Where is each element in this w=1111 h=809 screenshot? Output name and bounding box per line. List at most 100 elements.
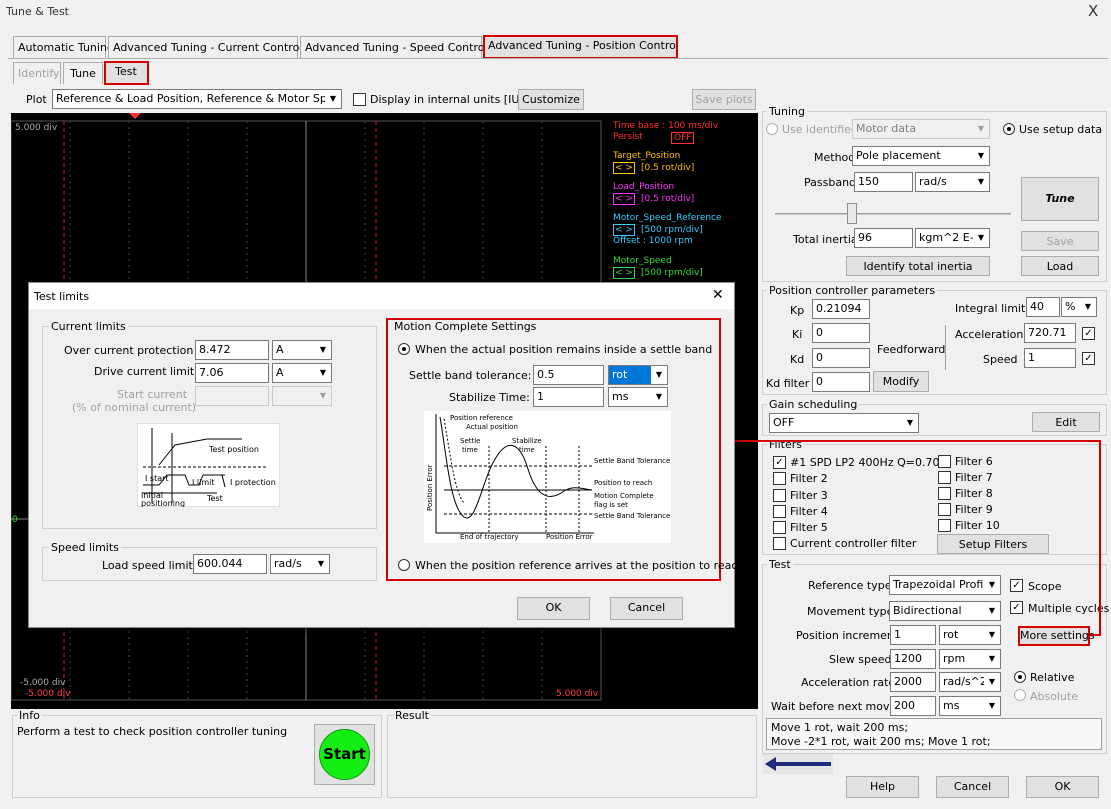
filter-7-checkbox[interactable] (938, 471, 951, 484)
inertia-unit-select[interactable]: kgm^2 E-7 ▼ (915, 228, 990, 248)
save-plots-button[interactable]: Save plots (692, 89, 756, 110)
filter-1-checkbox[interactable]: ✓ (773, 456, 786, 469)
lsl-unit-select[interactable]: rad/s ▼ (270, 554, 330, 574)
filter-2-label: Filter 2 (790, 472, 828, 485)
dialog-close-button[interactable]: ✕ (712, 287, 724, 303)
method-select[interactable]: Pole placement ▼ (852, 146, 990, 166)
filter-9-checkbox[interactable] (938, 503, 951, 516)
customize-button[interactable]: Customize (518, 89, 584, 110)
ch-motor-speed-arrows[interactable]: < > (613, 267, 635, 279)
kd-filter-label: Kd filter (766, 377, 810, 390)
collapse-arrow-icon[interactable] (763, 754, 833, 774)
kp-label: Kp (790, 304, 805, 317)
ok-button[interactable]: OK (1026, 776, 1099, 798)
scope-checkbox[interactable]: ✓ (1010, 579, 1023, 592)
tab-identify[interactable]: Identify (13, 62, 61, 84)
acc-unit-select[interactable]: rad/s^2 ▼ (939, 672, 1001, 692)
speed-ff-checkbox[interactable]: ✓ (1082, 352, 1095, 365)
load-tuning-button[interactable]: Load (1021, 256, 1099, 276)
filter-10-checkbox[interactable] (938, 519, 951, 532)
pos-inc-input[interactable]: 1 (890, 625, 936, 645)
inertia-input[interactable]: 96 (854, 228, 913, 248)
stabilize-input[interactable]: 1 (533, 387, 604, 407)
stabilize-unit-select[interactable]: ms ▼ (608, 387, 668, 407)
dcl-input[interactable]: 7.06 (195, 363, 269, 383)
pos-unit-select[interactable]: rot ▼ (939, 625, 1001, 645)
passband-input[interactable]: 150 (854, 172, 913, 192)
ch-speed-ref-arrows[interactable]: < > (613, 224, 635, 236)
ki-input[interactable]: 0 (812, 323, 870, 343)
passband-slider-track[interactable] (775, 213, 1011, 215)
ref-type-select[interactable]: Trapezoidal Profile ▼ (889, 575, 1001, 595)
use-setup-radio[interactable] (1003, 123, 1015, 135)
modify-button[interactable]: Modify (873, 371, 929, 392)
gain-select[interactable]: OFF ▼ (769, 413, 919, 433)
internal-units-checkbox[interactable] (353, 93, 366, 106)
wait-input[interactable]: 200 (890, 696, 936, 716)
filter-5-checkbox[interactable] (773, 521, 786, 534)
dialog-cancel-button[interactable]: Cancel (610, 597, 683, 620)
filter-8-checkbox[interactable] (938, 487, 951, 500)
start-current-unit-select[interactable]: ▼ (272, 386, 332, 406)
slew-input[interactable]: 1200 (890, 649, 936, 669)
tolerance-input[interactable]: 0.5 (533, 365, 604, 385)
dialog-ok-button[interactable]: OK (517, 597, 590, 620)
tolerance-unit-select[interactable]: rot ▼ (608, 365, 668, 385)
filter-3-checkbox[interactable] (773, 489, 786, 502)
more-settings-button[interactable]: More settings (1018, 626, 1095, 646)
wait-unit-select[interactable]: ms ▼ (939, 696, 1001, 716)
motor-data-select[interactable]: Motor data ▼ (852, 119, 990, 139)
help-button[interactable]: Help (846, 776, 919, 798)
filter-6-checkbox[interactable] (938, 455, 951, 468)
passband-slider-thumb[interactable] (847, 203, 857, 224)
start-current-input[interactable] (195, 386, 269, 406)
tab-tune[interactable]: Tune (63, 62, 103, 84)
tune-button[interactable]: Tune (1021, 177, 1099, 221)
cancel-button[interactable]: Cancel (936, 776, 1009, 798)
filter-9-label: Filter 9 (955, 503, 993, 516)
ocp-input[interactable]: 8.472 (195, 340, 269, 360)
tab-current-controller[interactable]: Advanced Tuning - Current Controller (108, 36, 317, 58)
ref-arrival-radio[interactable] (398, 559, 410, 571)
accel-ff-input[interactable]: 720.71 (1024, 323, 1076, 343)
gain-edit-button[interactable]: Edit (1032, 412, 1100, 432)
kd-input[interactable]: 0 (812, 348, 870, 368)
start-button[interactable]: Start (314, 724, 375, 785)
dcl-unit-select[interactable]: A ▼ (272, 363, 332, 383)
filter-4-checkbox[interactable] (773, 505, 786, 518)
accel-ff-checkbox[interactable]: ✓ (1082, 327, 1095, 340)
passband-unit-select[interactable]: rad/s ▼ (915, 172, 990, 192)
ocp-unit-select[interactable]: A ▼ (272, 340, 332, 360)
plot-select[interactable]: Reference & Load Position, Reference & M… (52, 89, 342, 109)
settle-band-radio[interactable] (398, 343, 410, 355)
scope-persist-toggle[interactable]: OFF (671, 132, 695, 144)
tab-automatic-tuning[interactable]: Automatic Tuning (13, 36, 114, 58)
relative-radio[interactable] (1014, 671, 1026, 683)
setup-filters-button[interactable]: Setup Filters (937, 534, 1049, 554)
tab-test[interactable]: Test (104, 61, 149, 85)
tab-position-controller[interactable]: Advanced Tuning - Position Controller (483, 35, 678, 59)
diag1-i-protection: I protection (230, 478, 276, 487)
multiple-cycles-checkbox[interactable]: ✓ (1010, 601, 1023, 614)
ch-load-position-arrows[interactable]: < > (613, 193, 635, 205)
window-close-button[interactable]: X (1088, 2, 1098, 20)
lsl-input[interactable]: 600.044 (193, 554, 267, 574)
int-limit-unit-select[interactable]: % ▼ (1061, 297, 1097, 317)
tab-strip-line (8, 58, 1108, 59)
int-limit-input[interactable]: 40 (1026, 297, 1060, 317)
slew-unit-select[interactable]: rpm ▼ (939, 649, 1001, 669)
kp-input[interactable]: 0.21094 (812, 299, 870, 319)
tab-speed-controller[interactable]: Advanced Tuning - Speed Controller (300, 36, 502, 58)
acc-rate-input[interactable]: 2000 (890, 672, 936, 692)
identify-inertia-button[interactable]: Identify total inertia (846, 256, 990, 276)
move-type-select[interactable]: Bidirectional ▼ (889, 601, 1001, 621)
save-tuning-button[interactable]: Save (1021, 231, 1099, 251)
filter-2-checkbox[interactable] (773, 472, 786, 485)
speed-ff-input[interactable]: 1 (1024, 348, 1076, 368)
kd-filter-input[interactable]: 0 (812, 372, 870, 392)
ch-target-position-arrows[interactable]: < > (613, 162, 635, 174)
current-filter-checkbox[interactable] (773, 537, 786, 550)
scope-y-top: 5.000 div (15, 123, 58, 133)
absolute-radio[interactable] (1014, 689, 1026, 701)
use-identified-radio[interactable] (766, 123, 778, 135)
